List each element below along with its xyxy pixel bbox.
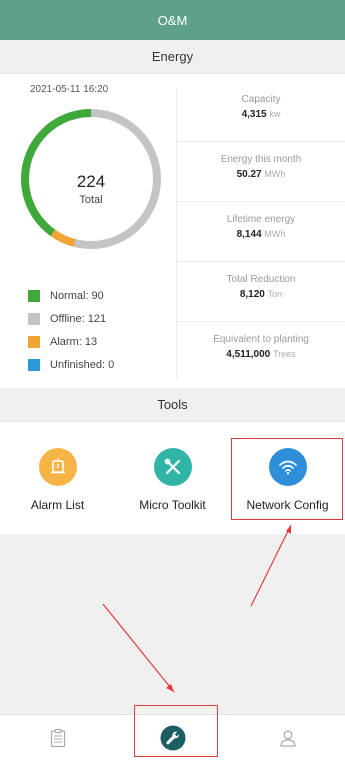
legend-label-normal: Normal: 90 — [50, 289, 104, 302]
stat-lifetime-energy-label: Lifetime energy — [226, 214, 296, 225]
stat-equivalent-planting-label: Equivalent to planting — [213, 334, 309, 345]
page-title: O&M — [157, 12, 188, 28]
stat-total-reduction-value: 8,120 — [239, 289, 265, 300]
stat-equivalent-planting-unit: Trees — [273, 349, 296, 359]
legend-swatch-unfinished — [28, 358, 40, 371]
micro-toolkit-label: Micro Toolkit — [139, 498, 206, 512]
legend-label-unfinished: Unfinished: 0 — [50, 358, 115, 371]
total-count: 224 — [76, 172, 106, 191]
alarm-list-button[interactable]: Alarm List — [0, 448, 115, 512]
stat-energy-month-unit: MWh — [264, 169, 286, 179]
legend-swatch-alarm — [28, 335, 40, 348]
stat-total-reduction: Total Reduction 8,120 Ton — [177, 262, 345, 322]
status-legend: Normal: 90 Offline: 121 Alarm: 13 Unfini… — [28, 284, 114, 376]
legend-swatch-offline — [28, 312, 40, 325]
stat-capacity: Capacity 4,315 kw — [177, 82, 345, 142]
alarm-icon — [38, 448, 77, 486]
energy-section-header: Energy — [0, 40, 345, 74]
stat-total-reduction-label: Total Reduction — [226, 274, 296, 285]
legend-swatch-normal — [28, 289, 40, 302]
legend-item-normal: Normal: 90 — [28, 284, 114, 307]
legend-item-alarm: Alarm: 13 — [28, 330, 114, 353]
tools-tab-highlight — [134, 705, 218, 757]
legend-item-unfinished: Unfinished: 0 — [28, 353, 114, 376]
total-label: Total — [79, 194, 103, 206]
tools-section-header: Tools — [0, 388, 345, 422]
stat-equivalent-planting-value-line: 4,511,000 Trees — [177, 349, 345, 360]
app-header: O&M — [0, 0, 345, 40]
tools-section-title: Tools — [157, 397, 188, 412]
energy-panel: 2021-05-11 16:20 224 Total Normal: 90 Of… — [0, 74, 345, 388]
stat-lifetime-energy-unit: MWh — [264, 229, 286, 239]
stat-capacity-unit: kw — [269, 109, 281, 119]
micro-toolkit-button[interactable]: Micro Toolkit — [115, 448, 230, 512]
tools-icon — [153, 448, 192, 486]
stat-capacity-value: 4,315 — [241, 109, 267, 120]
stat-total-reduction-unit: Ton — [267, 289, 283, 299]
tab-reports[interactable] — [0, 715, 115, 760]
stat-capacity-label: Capacity — [241, 94, 281, 105]
legend-item-offline: Offline: 121 — [28, 307, 114, 330]
stat-lifetime-energy: Lifetime energy 8,144 MWh — [177, 202, 345, 262]
empty-content-area — [0, 534, 345, 714]
stat-energy-month: Energy this month 50.27 MWh — [177, 142, 345, 202]
stat-energy-month-value: 50.27 — [236, 169, 262, 180]
user-icon — [279, 730, 296, 747]
stat-capacity-value-line: 4,315 kw — [177, 109, 345, 120]
stat-lifetime-energy-value-line: 8,144 MWh — [177, 229, 345, 240]
timestamp: 2021-05-11 16:20 — [30, 84, 109, 95]
stat-energy-month-value-line: 50.27 MWh — [177, 169, 345, 180]
network-config-highlight — [231, 438, 343, 520]
stat-equivalent-planting-value: 4,511,000 — [226, 349, 271, 360]
energy-stats: Capacity 4,315 kw Energy this month 50.2… — [177, 82, 345, 382]
energy-section-title: Energy — [151, 49, 194, 64]
legend-label-alarm: Alarm: 13 — [50, 335, 98, 348]
clipboard-icon — [50, 728, 65, 748]
stat-total-reduction-value-line: 8,120 Ton — [177, 289, 345, 300]
stat-equivalent-planting: Equivalent to planting 4,511,000 Trees — [177, 322, 345, 382]
tab-profile[interactable] — [230, 715, 345, 760]
legend-label-offline: Offline: 121 — [50, 312, 107, 325]
alarm-list-label: Alarm List — [30, 498, 85, 512]
stat-energy-month-label: Energy this month — [220, 154, 302, 165]
stat-lifetime-energy-value: 8,144 — [236, 229, 262, 240]
